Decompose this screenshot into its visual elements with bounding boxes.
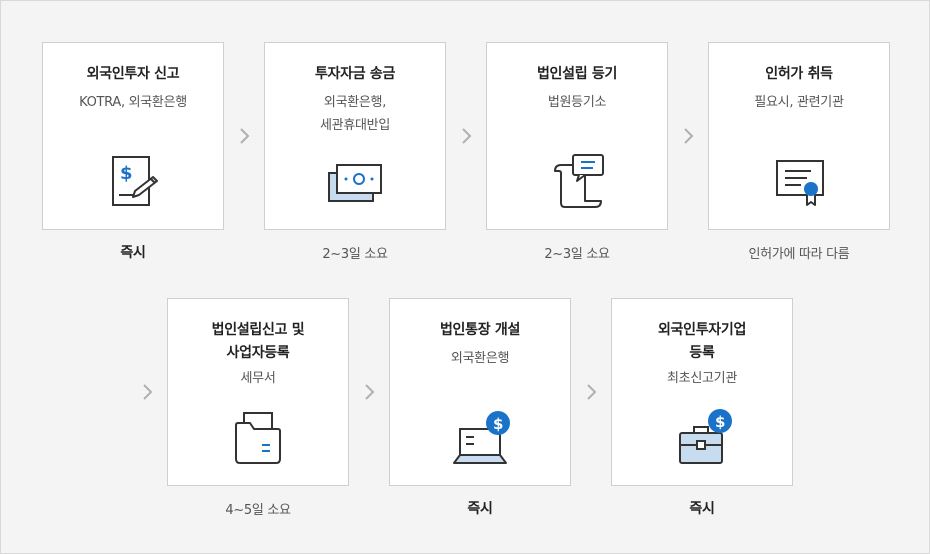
step-duration: 2~3일 소요 [322, 247, 388, 262]
step-agency: 외국환은행, 세관휴대반입 [320, 95, 390, 133]
step-title: 법인설립신고 및 사업자등록 [211, 322, 305, 361]
document-dollar-pen-icon: $ [101, 151, 165, 211]
chevron-right-icon [459, 126, 473, 146]
step-duration: 인허가에 따라 다름 [748, 247, 850, 262]
chevron-right-icon [140, 382, 154, 402]
step-card-foreign-investment-report: 외국인투자 신고 KOTRA, 외국환은행 $ [42, 42, 224, 230]
step-duration: 4~5일 소요 [225, 503, 291, 518]
step-agency: 최초신고기관 [667, 371, 737, 386]
scroll-chat-icon [545, 151, 609, 211]
step-duration: 즉시 [467, 501, 493, 517]
laptop-dollar-icon: $ [448, 407, 512, 467]
banknotes-icon [323, 151, 387, 211]
svg-text:$: $ [120, 163, 133, 184]
step-title: 외국인투자 신고 [86, 66, 180, 82]
step-title: 법인통장 개설 [439, 322, 521, 338]
step-duration: 2~3일 소요 [544, 247, 610, 262]
step-duration: 즉시 [120, 245, 146, 261]
step-title: 인허가 취득 [765, 66, 833, 82]
folders-icon [226, 407, 290, 467]
step-title: 법인설립 등기 [536, 66, 618, 82]
step-card-incorporation-registry: 법인설립 등기 법원등기소 [486, 42, 668, 230]
svg-text:$: $ [493, 415, 503, 433]
step-card-fund-remittance: 투자자금 송금 외국환은행, 세관휴대반입 [264, 42, 446, 230]
process-panel: 외국인투자 신고 KOTRA, 외국환은행 $ 즉시 투자자금 송금 외국환은행… [0, 0, 930, 554]
briefcase-dollar-icon: $ [670, 407, 734, 467]
chevron-right-icon [681, 126, 695, 146]
step-card-corporate-account: 법인통장 개설 외국환은행 $ [389, 298, 571, 486]
step-agency: 법원등기소 [547, 95, 607, 110]
certificate-icon [767, 151, 831, 211]
step-agency: KOTRA, 외국환은행 [79, 95, 187, 110]
step-duration: 즉시 [689, 501, 715, 517]
chevron-right-icon [362, 382, 376, 402]
step-title: 외국인투자기업 등록 [657, 322, 747, 361]
step-agency: 외국환은행 [450, 351, 510, 366]
step-agency: 필요시, 관련기관 [754, 95, 844, 110]
step-card-business-registration: 법인설립신고 및 사업자등록 세무서 [167, 298, 349, 486]
chevron-right-icon [237, 126, 251, 146]
step-agency: 세무서 [240, 371, 276, 386]
step-card-foreign-company-registration: 외국인투자기업 등록 최초신고기관 $ [611, 298, 793, 486]
chevron-right-icon [584, 382, 598, 402]
step-card-license-acquisition: 인허가 취득 필요시, 관련기관 [708, 42, 890, 230]
step-title: 투자자금 송금 [314, 66, 396, 82]
svg-text:$: $ [715, 413, 725, 431]
